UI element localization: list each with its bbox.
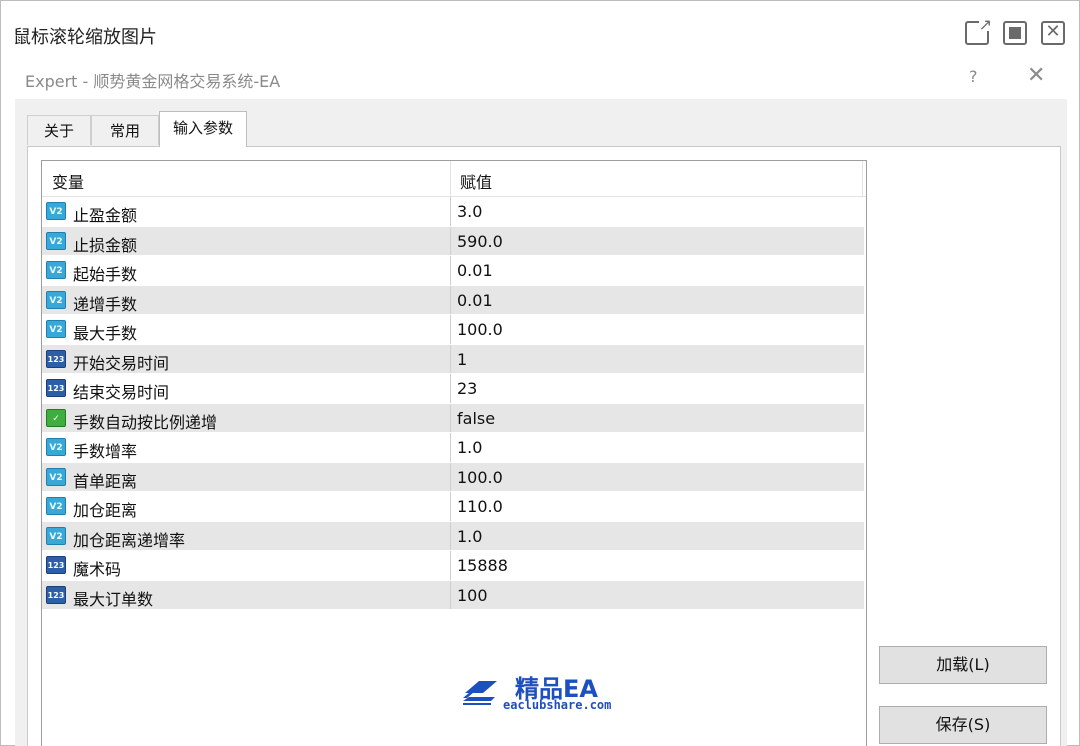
param-row[interactable]: V2 加仓距离 110.0	[42, 492, 864, 522]
double-type-icon: V2	[46, 438, 66, 456]
watermark: 精品EA eaclubshare.com	[461, 669, 661, 715]
param-value[interactable]: 100.0	[457, 468, 503, 487]
boolean-type-icon: ✓	[46, 408, 66, 427]
integer-type-icon: 123	[46, 379, 66, 397]
integer-type-icon: 123	[46, 349, 66, 368]
dialog-body: 关于 常用 输入参数 变量 赋值 V2 止盈金额 3.0 V2 止损金额 590.0 V2 起…	[15, 99, 1067, 746]
param-name: 结束交易时间	[73, 383, 170, 402]
param-value[interactable]: 110.0	[457, 497, 503, 516]
param-row[interactable]: V2 最大手数 100.0	[42, 315, 864, 345]
param-value[interactable]: 590.0	[457, 232, 503, 251]
tab-input-params[interactable]: 输入参数	[159, 111, 247, 147]
param-value[interactable]: 100.0	[457, 320, 503, 339]
tab-about[interactable]: 关于	[27, 115, 91, 145]
param-name: 魔术码	[73, 560, 122, 579]
param-value[interactable]: 1	[457, 350, 467, 369]
double-type-icon: V2	[46, 290, 66, 309]
param-value[interactable]: 100	[457, 586, 488, 605]
param-row[interactable]: V2 起始手数 0.01	[42, 256, 864, 286]
image-viewer-window: 鼠标滚轮缩放图片 ↗ ✕ Expert - 顺势黄金网格交易系统-EA ? ✕ …	[0, 0, 1080, 746]
params-table: 变量 赋值 V2 止盈金额 3.0 V2 止损金额 590.0 V2 起始手数 0.01 V2 递增…	[41, 160, 867, 746]
param-name: 开始交易时间	[73, 353, 170, 373]
param-row[interactable]: V2 递增手数 0.01	[42, 285, 864, 315]
integer-type-icon: 123	[46, 556, 66, 574]
param-row[interactable]: V2 止盈金额 3.0	[42, 197, 864, 227]
param-value[interactable]: 0.01	[457, 291, 493, 310]
open-external-icon[interactable]: ↗	[965, 17, 992, 45]
save-button[interactable]: 保存(S)	[879, 706, 1047, 744]
dialog-title: Expert - 顺势黄金网格交易系统-EA	[25, 72, 281, 91]
param-name: 首单距离	[73, 471, 138, 491]
param-row[interactable]: 123 开始交易时间 1	[42, 344, 864, 374]
param-value[interactable]: 15888	[457, 556, 508, 575]
watermark-site: eaclubshare.com	[503, 698, 612, 712]
double-type-icon: V2	[46, 497, 66, 515]
param-row[interactable]: V2 手数增率 1.0	[42, 433, 864, 463]
integer-type-icon: 123	[46, 585, 66, 604]
viewer-title: 鼠标滚轮缩放图片	[13, 27, 157, 48]
param-row[interactable]: 123 魔术码 15888	[42, 551, 864, 581]
double-type-icon: V2	[46, 320, 66, 338]
param-value[interactable]: false	[457, 409, 495, 428]
param-name: 加仓距离递增率	[73, 530, 186, 550]
dialog-close-button[interactable]: ✕	[1027, 63, 1045, 88]
param-name: 递增手数	[73, 294, 138, 314]
param-row[interactable]: ✓ 手数自动按比例递增 false	[42, 403, 864, 433]
param-name: 最大手数	[73, 324, 138, 343]
param-value[interactable]: 23	[457, 379, 477, 398]
param-value[interactable]: 1.0	[457, 438, 482, 457]
help-icon[interactable]: ?	[969, 67, 978, 86]
param-name: 止损金额	[73, 235, 138, 255]
maximize-icon[interactable]	[1003, 21, 1027, 45]
double-type-icon: V2	[46, 202, 66, 220]
param-name: 止盈金额	[73, 206, 138, 225]
param-value[interactable]: 0.01	[457, 261, 493, 280]
param-value[interactable]: 3.0	[457, 202, 482, 221]
param-name: 手数自动按比例递增	[73, 412, 218, 432]
param-name: 最大订单数	[73, 589, 154, 609]
params-table-header: 变量 赋值	[42, 161, 866, 197]
column-header-variable[interactable]: 变量	[52, 169, 84, 193]
watermark-logo-icon	[463, 681, 497, 705]
param-row[interactable]: 123 最大订单数 100	[42, 580, 864, 610]
param-value[interactable]: 1.0	[457, 527, 482, 546]
param-row[interactable]: V2 首单距离 100.0	[42, 462, 864, 492]
param-row[interactable]: V2 止损金额 590.0	[42, 226, 864, 256]
param-name: 加仓距离	[73, 501, 138, 520]
load-button[interactable]: 加载(L)	[879, 646, 1047, 684]
param-name: 手数增率	[73, 442, 138, 461]
double-type-icon: V2	[46, 526, 66, 545]
double-type-icon: V2	[46, 467, 66, 486]
param-row[interactable]: V2 加仓距离递增率 1.0	[42, 521, 864, 551]
param-name: 起始手数	[73, 265, 138, 284]
tab-common[interactable]: 常用	[91, 115, 159, 145]
close-icon[interactable]: ✕	[1041, 21, 1065, 45]
column-header-value[interactable]: 赋值	[460, 169, 492, 193]
double-type-icon: V2	[46, 261, 66, 279]
double-type-icon: V2	[46, 231, 66, 250]
param-row[interactable]: 123 结束交易时间 23	[42, 374, 864, 404]
